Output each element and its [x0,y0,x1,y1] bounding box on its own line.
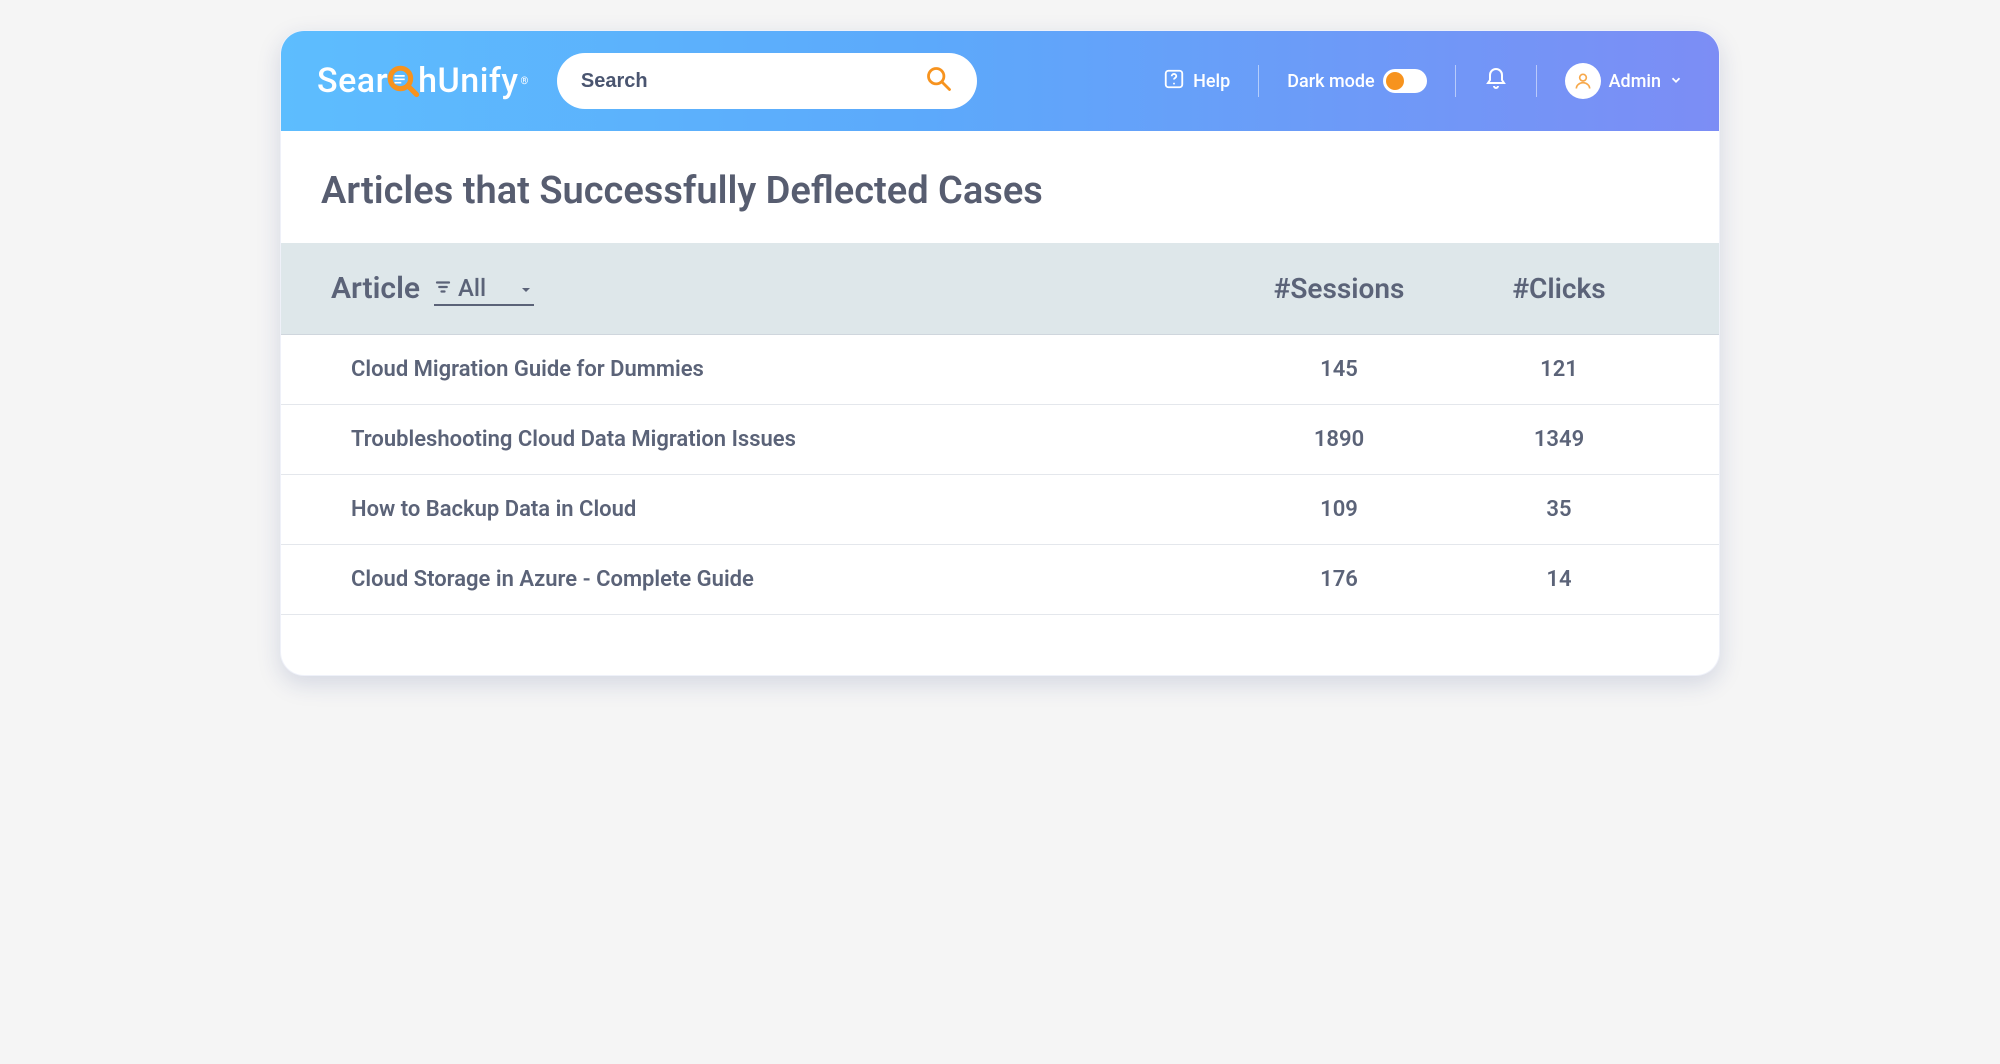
caret-down-icon [518,274,534,302]
toggle-knob [1386,72,1404,90]
logo: Sear hUnify ® [317,61,529,101]
logo-registered: ® [521,76,529,87]
chevron-down-icon [1669,71,1683,92]
table-body: Cloud Migration Guide for Dummies145121 T… [281,334,1719,615]
cell-article: How to Backup Data in Cloud [351,497,1229,522]
toggle-switch[interactable] [1383,69,1427,93]
help-label: Help [1193,71,1230,92]
table-row[interactable]: Troubleshooting Cloud Data Migration Iss… [281,405,1719,475]
table-row[interactable]: Cloud Migration Guide for Dummies145121 [281,335,1719,405]
app-card: Sear hUnify ® [280,30,1720,676]
search-input[interactable] [581,70,915,93]
search-icon[interactable] [925,65,953,97]
logo-text-suffix: hUnify [418,61,518,101]
darkmode-label: Dark mode [1287,71,1374,92]
divider [1536,65,1537,97]
column-header-clicks: #Clicks [1449,272,1669,305]
user-label: Admin [1609,71,1661,92]
divider [1455,65,1456,97]
search-box[interactable] [557,53,977,109]
help-link[interactable]: Help [1163,68,1230,95]
cell-clicks: 35 [1449,497,1669,522]
bell-icon [1484,67,1508,96]
user-menu[interactable]: Admin [1565,63,1683,99]
column-header-article: Article All [331,271,1229,306]
table-header: Article All #Session [281,243,1719,334]
filter-icon [434,274,452,302]
article-filter-dropdown[interactable]: All [434,274,534,306]
page-title: Articles that Successfully Deflected Cas… [281,131,1719,243]
cell-article: Cloud Storage in Azure - Complete Guide [351,567,1229,592]
logo-magnifier-icon [386,64,420,98]
table-row[interactable]: Cloud Storage in Azure - Complete Guide1… [281,545,1719,615]
cell-clicks: 121 [1449,357,1669,382]
topbar: Sear hUnify ® [281,31,1719,131]
avatar [1565,63,1601,99]
cell-article: Cloud Migration Guide for Dummies [351,357,1229,382]
notifications-button[interactable] [1484,67,1508,96]
cell-sessions: 176 [1229,567,1449,592]
filter-value: All [458,274,486,302]
cell-sessions: 1890 [1229,427,1449,452]
logo-text-prefix: Sear [317,61,388,101]
cell-clicks: 1349 [1449,427,1669,452]
cell-sessions: 145 [1229,357,1449,382]
cell-sessions: 109 [1229,497,1449,522]
cell-clicks: 14 [1449,567,1669,592]
cell-article: Troubleshooting Cloud Data Migration Iss… [351,427,1229,452]
table-row[interactable]: How to Backup Data in Cloud10935 [281,475,1719,545]
darkmode-toggle[interactable]: Dark mode [1287,69,1426,93]
help-icon [1163,68,1185,95]
column-header-sessions: #Sessions [1229,272,1449,305]
column-article-label: Article [331,271,420,306]
divider [1258,65,1259,97]
